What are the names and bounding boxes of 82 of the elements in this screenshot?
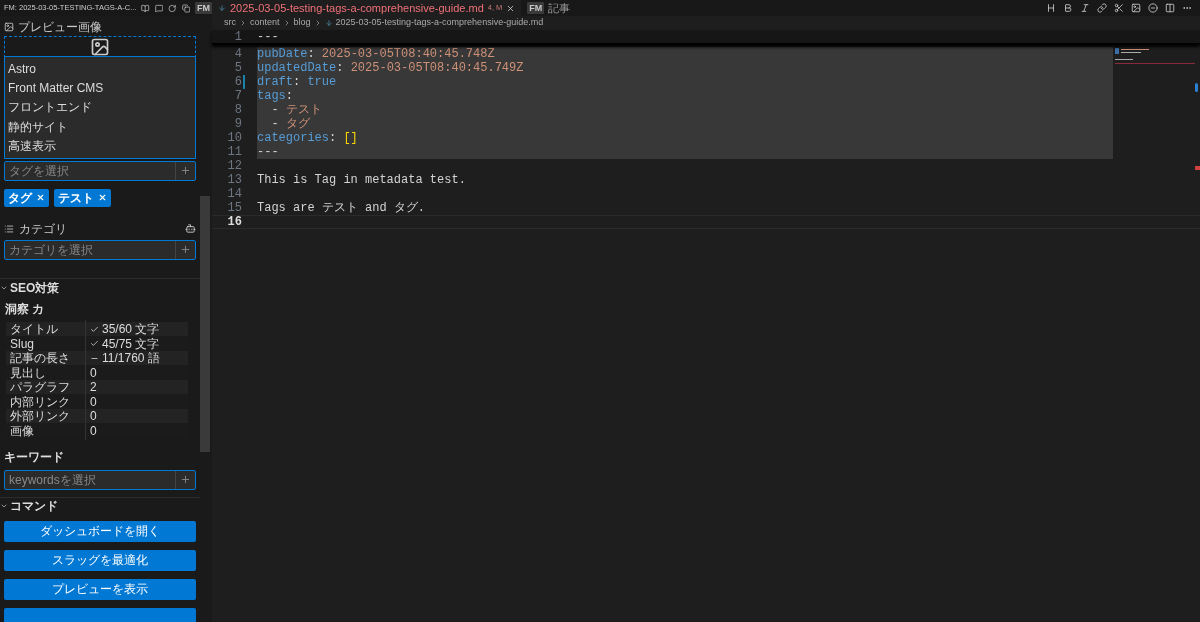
copy-icon[interactable] [181, 3, 190, 13]
select-field[interactable]: タグを選択 [4, 160, 196, 181]
select-field[interactable]: カテゴリを選択 [4, 239, 196, 260]
table-cell: 画像 [6, 421, 86, 440]
editor-tab[interactable]: FM 記事 [521, 0, 577, 16]
section-heading: カテゴリ [19, 220, 67, 238]
line-number: 6 [233, 74, 242, 90]
dropdown-option[interactable]: 静的サイト [5, 117, 195, 137]
bold-icon[interactable] [1063, 3, 1073, 13]
command-button[interactable]: ダッシュボードを開く [4, 520, 196, 542]
italic-icon[interactable] [1080, 3, 1090, 13]
code-text: draft: true [257, 74, 337, 90]
fm-logo: FM [527, 2, 545, 14]
select-input[interactable]: カテゴリを選択 [5, 240, 175, 259]
command-button[interactable]: スラッグを最適化 [4, 549, 196, 571]
code-text: --- [257, 28, 279, 46]
refresh-icon[interactable] [168, 3, 177, 13]
code-text: categories: [] [257, 130, 358, 147]
close-icon[interactable] [506, 3, 516, 13]
line-number: 12 [226, 158, 242, 174]
insights-title: 洞察 カ [5, 300, 46, 318]
dropdown-option[interactable]: Astro [5, 59, 195, 79]
code-text: pubDate: 2025-03-05T08:40:45.748Z [257, 46, 495, 62]
minus-circle-icon[interactable] [1148, 3, 1158, 13]
chevron-right-icon [239, 19, 247, 27]
line-number: 4 [233, 46, 242, 62]
scrollbar-thumb[interactable] [200, 196, 210, 452]
code-text: This is Tag in metadata test. [257, 172, 466, 189]
scroll-marker [1195, 166, 1200, 170]
line-number: 1 [233, 28, 242, 46]
line-number: 8 [233, 102, 242, 118]
image-icon[interactable] [1131, 3, 1141, 13]
breadcrumb-item[interactable]: blog [293, 16, 311, 30]
panel-heading[interactable]: コマンド [10, 496, 58, 515]
line-number: 15 [226, 200, 242, 216]
dropdown-option[interactable]: フロントエンド [5, 97, 195, 118]
code-text: - タグ [270, 116, 310, 132]
list-icon [4, 223, 14, 234]
tag-chip[interactable]: タグ [4, 188, 49, 207]
fm-logo: FM [195, 2, 212, 14]
dropdown-option[interactable]: Front Matter CMS [5, 78, 195, 98]
message-icon[interactable] [154, 3, 164, 13]
command-button[interactable]: プレビューを表示 [4, 578, 196, 600]
code-text: Tags are テスト and タグ. [257, 200, 426, 217]
plus-icon [180, 165, 191, 177]
select-input[interactable]: タグを選択 [5, 161, 175, 180]
book-icon[interactable] [141, 3, 150, 13]
panel-heading[interactable]: SEO対策 [10, 278, 60, 297]
link-icon[interactable] [1097, 3, 1107, 13]
code-text: --- [257, 144, 279, 161]
select-field[interactable]: keywordsを選択 [4, 469, 196, 490]
scissors-icon[interactable] [1114, 3, 1124, 13]
line-number: 13 [226, 172, 242, 188]
code-text: - テスト [270, 102, 322, 118]
image-placeholder-icon [90, 37, 110, 57]
line-number: 14 [226, 186, 242, 202]
breadcrumb-item[interactable]: src [224, 16, 236, 30]
robot-icon[interactable] [185, 223, 196, 235]
line-number: 9 [233, 116, 242, 132]
breadcrumb-item[interactable]: 2025-03-05-testing-tags-a-comprehensive-guide.md [335, 16, 544, 30]
image-icon [4, 22, 14, 32]
tag-chip[interactable]: テスト [54, 188, 111, 207]
code-text: tags: [257, 88, 293, 105]
select-input[interactable]: keywordsを選択 [5, 470, 175, 489]
section-heading: プレビュー画像 [18, 19, 102, 36]
section-heading: キーワード [4, 448, 65, 466]
line-number: 5 [233, 60, 242, 76]
plus-icon [180, 474, 191, 486]
code-text: updatedDate: 2025-03-05T08:40:45.749Z [257, 60, 524, 76]
line-number: 11 [226, 144, 242, 160]
split-icon[interactable] [1165, 3, 1175, 13]
plus-icon [180, 244, 191, 256]
heading-icon[interactable] [1046, 3, 1056, 13]
close-icon[interactable] [36, 193, 45, 203]
scroll-marker [1195, 83, 1198, 92]
breadcrumb-item[interactable]: content [250, 16, 280, 30]
line-number: 7 [233, 88, 242, 104]
dropdown-option[interactable]: 高速表示 [5, 136, 195, 156]
line-number: 10 [226, 130, 242, 146]
line-number: 16 [226, 214, 242, 231]
close-icon[interactable] [98, 193, 107, 203]
command-button[interactable] [4, 607, 196, 622]
